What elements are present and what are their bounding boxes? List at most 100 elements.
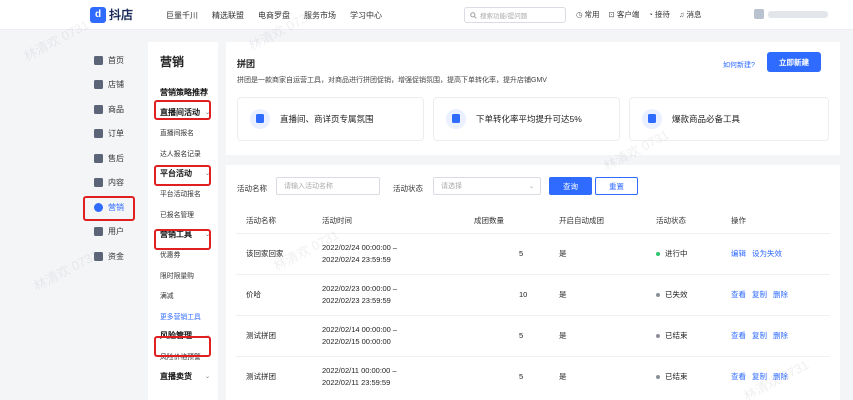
nav-item-product[interactable]: 商品 xyxy=(80,97,140,122)
menu-more-marketing-tools[interactable]: 更多营销工具 xyxy=(160,306,218,326)
groupbuy-header-card: 拼团 拼团是一款商家自运营工具，对商品进行拼团促销，增强促销氛围，提高下单转化率… xyxy=(226,42,840,155)
nav-item-store[interactable]: 店铺 xyxy=(80,73,140,98)
store-icon xyxy=(94,80,103,90)
nav-item-order[interactable]: 订单 xyxy=(80,122,140,147)
menu-live-selling[interactable]: 直播卖货 ⌄ xyxy=(160,366,218,386)
frequent-button[interactable]: ◷ 常用 xyxy=(576,9,600,20)
aftersale-icon xyxy=(94,153,103,163)
download-icon: ⊡ xyxy=(608,10,615,19)
logo[interactable]: d 抖店 xyxy=(90,6,133,23)
how-to-create-link[interactable]: 如何新建? xyxy=(723,60,755,70)
delete-link[interactable]: 删除 xyxy=(773,372,788,381)
reset-button[interactable]: 重置 xyxy=(595,177,638,195)
nav-item-user[interactable]: 用户 xyxy=(80,220,140,245)
cell-auto: 是 xyxy=(559,314,656,356)
reception-button[interactable]: ◔ 接待 xyxy=(648,9,670,20)
activity-table: 活动名称 活动时间 成团数量 开启自动成团 活动状态 操作 该回家回家 2022… xyxy=(236,209,830,397)
view-link[interactable]: 查看 xyxy=(731,372,746,381)
cell-status: 已结束 xyxy=(656,314,731,356)
avatar[interactable] xyxy=(754,9,764,19)
menu-platform-activity[interactable]: 平台活动 ⌄ xyxy=(160,163,218,183)
menu-live-room-signup[interactable]: 直播间报名 xyxy=(160,122,218,143)
cell-auto: 是 xyxy=(559,273,656,315)
feature-card-atmosphere: 直播间、商详页专属氛围 xyxy=(237,97,424,141)
cell-status: 已失效 xyxy=(656,273,731,315)
view-link[interactable]: 查看 xyxy=(731,331,746,340)
topnav-item[interactable]: 服务市场 xyxy=(304,10,336,21)
nav-item-home[interactable]: 首页 xyxy=(80,48,140,73)
nav-item-content[interactable]: 内容 xyxy=(80,171,140,196)
submenu-title: 营销 xyxy=(160,55,185,69)
document-icon xyxy=(446,109,466,129)
cell-operations: 查看 复制 删除 xyxy=(731,355,830,397)
cell-name: 价哈 xyxy=(236,273,322,315)
home-icon xyxy=(94,55,103,65)
topnav-item[interactable]: 精选联盟 xyxy=(212,10,244,21)
menu-full-reduction[interactable]: 满减 xyxy=(160,285,218,306)
menu-live-room-activity[interactable]: 直播间活动 ⌄ xyxy=(160,102,218,122)
activity-name-input[interactable]: 请输入活动名称 xyxy=(276,177,380,195)
copy-link[interactable]: 复制 xyxy=(752,331,767,340)
cell-name: 测试拼团 xyxy=(236,314,322,356)
clock-icon: ◷ xyxy=(576,10,583,19)
cell-time: 2022/02/11 00:00:00 –2022/02/11 23:59:59 xyxy=(322,355,474,397)
funds-icon xyxy=(94,251,103,261)
table-row: 测试拼团 2022/02/14 00:00:00 –2022/02/15 00:… xyxy=(236,314,830,356)
edit-link[interactable]: 编辑 xyxy=(731,249,746,258)
content-icon xyxy=(94,178,103,188)
table-row: 该回家回家 2022/02/24 00:00:00 –2022/02/24 23… xyxy=(236,232,830,274)
message-button[interactable]: ♫ 消息 xyxy=(679,9,702,20)
cell-time: 2022/02/14 00:00:00 –2022/02/15 00:00:00 xyxy=(322,314,474,356)
status-dot xyxy=(656,252,660,257)
headset-icon: ◔ xyxy=(648,10,653,19)
menu-signed-up-management[interactable]: 已报名管理 xyxy=(160,204,218,225)
brand-name: 抖店 xyxy=(109,8,134,22)
cell-count: 5 xyxy=(474,232,559,274)
product-icon xyxy=(94,104,103,114)
bell-icon: ♫ xyxy=(678,10,685,19)
nav-item-aftersale[interactable]: 售后 xyxy=(80,146,140,171)
page-title: 拼团 xyxy=(237,59,256,69)
view-link[interactable]: 查看 xyxy=(731,290,746,299)
cart-icon xyxy=(250,109,270,129)
menu-risk-management[interactable]: 风险管理 ⌄ xyxy=(160,326,218,346)
cell-status: 已结束 xyxy=(656,355,731,397)
nav-item-funds[interactable]: 资金 xyxy=(80,244,140,269)
feature-card-hot-products: 爆款商品必备工具 xyxy=(629,97,829,141)
account-name-blurred[interactable] xyxy=(768,11,828,18)
bag-icon xyxy=(642,109,662,129)
invalidate-link[interactable]: 设为失效 xyxy=(752,249,782,258)
activity-status-select[interactable]: 请选择 ⌄ xyxy=(433,177,541,195)
table-row: 价哈 2022/02/23 00:00:00 –2022/02/23 23:59… xyxy=(236,273,830,315)
feature-card-conversion: 下单转化率平均提升可达5% xyxy=(433,97,620,141)
top-bar: d 抖店 巨量千川 精选联盟 电商罗盘 服务市场 学习中心 搜索功能/提问题 ◷… xyxy=(0,0,853,30)
client-button[interactable]: ⊡ 客户端 xyxy=(609,9,640,20)
activity-list-card: 活动名称 请输入活动名称 活动状态 请选择 ⌄ 查询 重置 活动名称 活动时间 … xyxy=(226,165,840,400)
topnav-item[interactable]: 巨量千川 xyxy=(166,10,198,21)
menu-risk-price-warning[interactable]: 风险价格预警 xyxy=(160,346,218,367)
copy-link[interactable]: 复制 xyxy=(752,372,767,381)
status-dot xyxy=(656,293,660,298)
table-header-row: 活动名称 活动时间 成团数量 开启自动成团 活动状态 操作 xyxy=(236,209,830,233)
column-header: 活动状态 xyxy=(656,209,731,233)
menu-coupon[interactable]: 优惠券 xyxy=(160,244,218,265)
query-button[interactable]: 查询 xyxy=(549,177,592,195)
cell-operations: 查看 复制 删除 xyxy=(731,273,830,315)
order-icon xyxy=(94,129,103,139)
nav-item-marketing[interactable]: 营销 xyxy=(80,195,140,220)
chevron-down-icon: ⌄ xyxy=(204,373,210,380)
create-new-button[interactable]: 立即新建 xyxy=(767,52,821,72)
topnav-item[interactable]: 学习中心 xyxy=(350,10,382,21)
menu-limited-time-purchase[interactable]: 限时限量购 xyxy=(160,265,218,286)
menu-talent-signup-records[interactable]: 达人报名记录 xyxy=(160,143,218,164)
status-dot xyxy=(656,375,660,380)
menu-strategy-recommend[interactable]: 营销策略推荐 xyxy=(160,82,218,102)
menu-marketing-tools[interactable]: 营销工具 ⌄ xyxy=(160,224,218,244)
delete-link[interactable]: 删除 xyxy=(773,290,788,299)
delete-link[interactable]: 删除 xyxy=(773,331,788,340)
table-row: 测试拼团 2022/02/11 00:00:00 –2022/02/11 23:… xyxy=(236,355,830,397)
topnav-item[interactable]: 电商罗盘 xyxy=(258,10,290,21)
copy-link[interactable]: 复制 xyxy=(752,290,767,299)
search-input[interactable]: 搜索功能/提问题 xyxy=(464,7,566,23)
menu-platform-activity-signup[interactable]: 平台活动报名 xyxy=(160,183,218,204)
